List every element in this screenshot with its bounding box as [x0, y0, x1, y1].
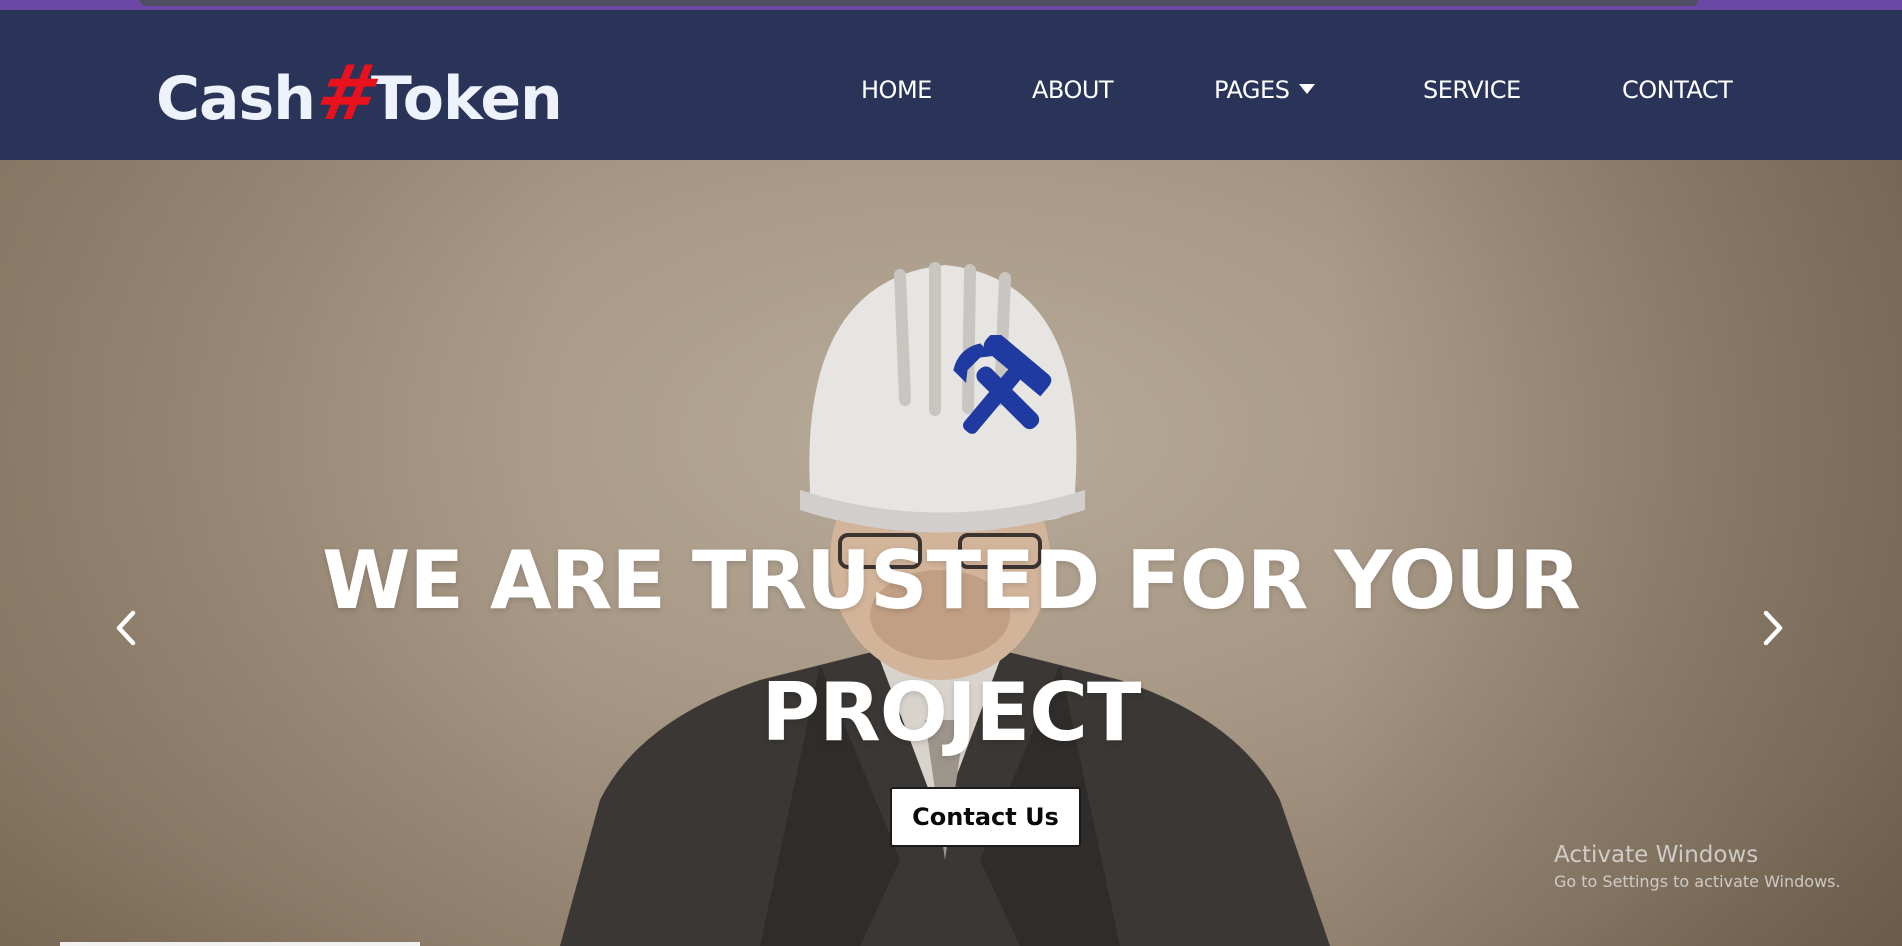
nav-item-about[interactable]: ABOUT	[1032, 70, 1114, 110]
watermark-title: Activate Windows	[1554, 842, 1759, 868]
hero-slider: WE ARE TRUSTED FOR YOUR PROJECT Contact …	[0, 160, 1902, 946]
hero-headline-line2: PROJECT	[761, 666, 1142, 759]
contact-us-button[interactable]: Contact Us	[890, 787, 1081, 847]
chevron-right-icon[interactable]	[1752, 603, 1792, 653]
nav-item-label: PAGES	[1214, 76, 1290, 104]
tools-icon	[953, 335, 1052, 434]
hero-headline: WE ARE TRUSTED FOR YOUR PROJECT	[0, 515, 1902, 779]
nav-item-label: SERVICE	[1423, 76, 1521, 104]
slider-progress-line	[60, 942, 420, 946]
nav-item-label: ABOUT	[1032, 76, 1114, 104]
nav-item-contact[interactable]: CONTACT	[1622, 70, 1733, 110]
hero-headline-line1: WE ARE TRUSTED FOR YOUR	[322, 534, 1581, 627]
brand-name-part2: Token	[370, 64, 563, 134]
brand-hash-symbol: #	[310, 48, 376, 137]
nav-item-label: HOME	[861, 76, 932, 104]
windows-activation-watermark: Activate Windows Go to Settings to activ…	[1554, 840, 1841, 894]
browser-tab-bar	[140, 0, 1698, 6]
nav-item-pages[interactable]: PAGES	[1214, 70, 1316, 110]
watermark-subtitle: Go to Settings to activate Windows.	[1554, 872, 1841, 891]
chevron-left-icon[interactable]	[107, 603, 147, 653]
brand-name-part1: Cash	[156, 64, 316, 134]
nav-item-service[interactable]: SERVICE	[1423, 70, 1521, 110]
nav-item-label: CONTACT	[1622, 76, 1733, 104]
site-header: Cash#Token HOME ABOUT PAGES SERVICE CONT…	[0, 10, 1902, 160]
nav-item-home[interactable]: HOME	[861, 70, 932, 110]
browser-top-strip	[0, 0, 1902, 10]
caret-down-icon	[1299, 84, 1316, 94]
brand-logo[interactable]: Cash#Token	[156, 48, 563, 138]
